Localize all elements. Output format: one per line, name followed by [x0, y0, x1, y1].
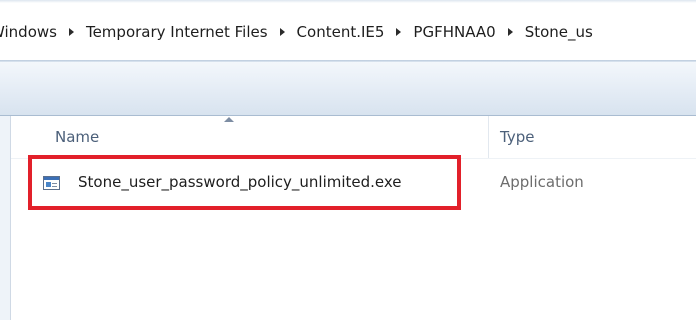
column-header-type[interactable]: Type	[500, 116, 696, 158]
breadcrumb-chevron-icon[interactable]	[507, 28, 513, 36]
breadcrumb-item-content-ie5[interactable]: Content.IE5	[295, 23, 387, 41]
column-header-name[interactable]: Name	[55, 116, 485, 158]
breadcrumb-chevron-icon[interactable]	[396, 28, 402, 36]
breadcrumb-item-temporary-internet-files[interactable]: Temporary Internet Files	[84, 23, 270, 41]
navigation-pane-edge[interactable]	[0, 116, 11, 320]
file-type: Application	[500, 173, 584, 191]
breadcrumb-chevron-icon[interactable]	[279, 28, 285, 36]
breadcrumb: Windows Temporary Internet Files Content…	[0, 20, 595, 44]
explorer-window: Windows Temporary Internet Files Content…	[0, 0, 696, 320]
breadcrumb-item-windows[interactable]: Windows	[0, 23, 59, 41]
breadcrumb-item-current-folder[interactable]: Stone_us	[523, 23, 595, 41]
command-toolbar	[0, 62, 696, 116]
breadcrumb-item-pgfhnaa0[interactable]: PGFHNAA0	[411, 23, 497, 41]
address-bar[interactable]: Windows Temporary Internet Files Content…	[0, 0, 696, 62]
breadcrumb-chevron-icon[interactable]	[68, 28, 74, 36]
highlight-annotation-box	[28, 155, 461, 210]
sort-ascending-icon	[224, 117, 234, 122]
address-bar-shadow	[0, 0, 696, 3]
column-divider[interactable]	[488, 116, 489, 158]
